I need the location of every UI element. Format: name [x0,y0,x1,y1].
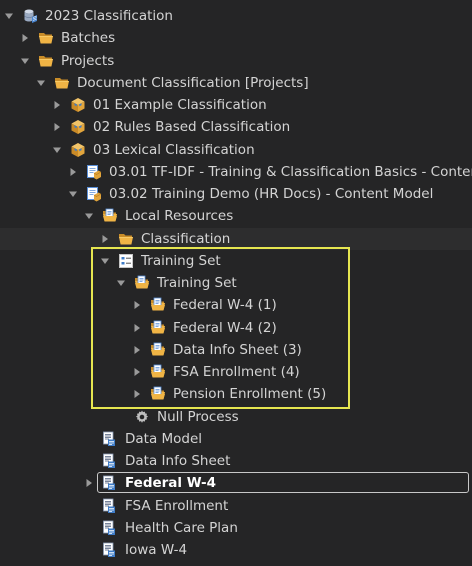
node-label: 03 Lexical Classification [93,142,255,158]
tree-node-null-process[interactable]: Null Process [0,406,472,428]
database-icon [23,8,39,24]
cube-icon [70,119,86,135]
tree-node-federal-w4[interactable]: Federal W-4 [0,472,472,494]
expand-arrow-icon[interactable] [84,478,94,488]
gear-icon [134,409,150,425]
tree-node-lexical-classification[interactable]: 03 Lexical Classification [0,139,472,161]
node-label: 02 Rules Based Classification [93,119,291,135]
tree-node-projects[interactable]: Projects [0,50,472,72]
collapse-arrow-icon[interactable] [4,11,14,21]
folder-document-icon [102,208,118,224]
content-model-icon [86,186,102,202]
node-label: Data Model [125,431,203,447]
node-label: Null Process [157,409,239,425]
collapse-arrow-icon[interactable] [36,78,46,88]
node-label: Health Care Plan [125,520,238,536]
tree-node-batches[interactable]: Batches [0,27,472,49]
node-label: Data Info Sheet [125,453,231,469]
folder-open-icon [118,231,134,247]
highlight-box [91,247,350,409]
node-label: FSA Enrollment [125,498,229,514]
folder-open-icon [38,53,54,69]
tree-node-health-care-plan[interactable]: Health Care Plan [0,517,472,539]
node-label: 01 Example Classification [93,97,267,113]
document-class-icon [102,475,118,491]
folder-open-icon [54,75,70,91]
collapse-arrow-icon[interactable] [20,56,30,66]
collapse-arrow-icon[interactable] [52,145,62,155]
node-label: 03.01 TF-IDF - Training & Classification… [109,164,472,180]
content-model-icon [86,164,102,180]
project-tree: 2023 Classification Batches Projects Doc… [0,0,472,566]
document-class-icon [102,431,118,447]
tree-node-data-info-sheet[interactable]: Data Info Sheet [0,450,472,472]
document-class-icon [102,498,118,514]
expand-arrow-icon[interactable] [20,33,30,43]
document-class-icon [102,542,118,558]
node-label: Iowa W-4 [125,542,188,558]
node-label: 2023 Classification [45,8,173,24]
cube-icon [70,142,86,158]
node-label: Document Classification [Projects] [77,75,309,91]
cube-icon [70,97,86,113]
tree-node-2023-classification[interactable]: 2023 Classification [0,5,472,27]
tree-node-training-demo-content-model[interactable]: 03.02 Training Demo (HR Docs) - Content … [0,183,472,205]
tree-node-data-model[interactable]: Data Model [0,428,472,450]
node-label: Local Resources [125,208,234,224]
tree-node-rules-based-classification[interactable]: 02 Rules Based Classification [0,116,472,138]
expand-arrow-icon[interactable] [52,122,62,132]
node-label: Projects [61,53,115,69]
tree-node-document-classification[interactable]: Document Classification [Projects] [0,72,472,94]
node-label: Batches [61,30,116,46]
expand-arrow-icon[interactable] [100,234,110,244]
collapse-arrow-icon[interactable] [84,211,94,221]
collapse-arrow-icon[interactable] [68,189,78,199]
node-label: 03.02 Training Demo (HR Docs) - Content … [109,186,434,202]
folder-open-icon [38,30,54,46]
tree-node-local-resources[interactable]: Local Resources [0,205,472,227]
document-class-icon [102,453,118,469]
expand-arrow-icon[interactable] [52,100,62,110]
tree-node-example-classification[interactable]: 01 Example Classification [0,94,472,116]
tree-node-tfidf-content-model[interactable]: 03.01 TF-IDF - Training & Classification… [0,161,472,183]
document-class-icon [102,520,118,536]
node-label: Federal W-4 [125,475,217,491]
tree-node-iowa-w4[interactable]: Iowa W-4 [0,539,472,561]
tree-node-fsa-enrollment[interactable]: FSA Enrollment [0,495,472,517]
expand-arrow-icon[interactable] [68,167,78,177]
